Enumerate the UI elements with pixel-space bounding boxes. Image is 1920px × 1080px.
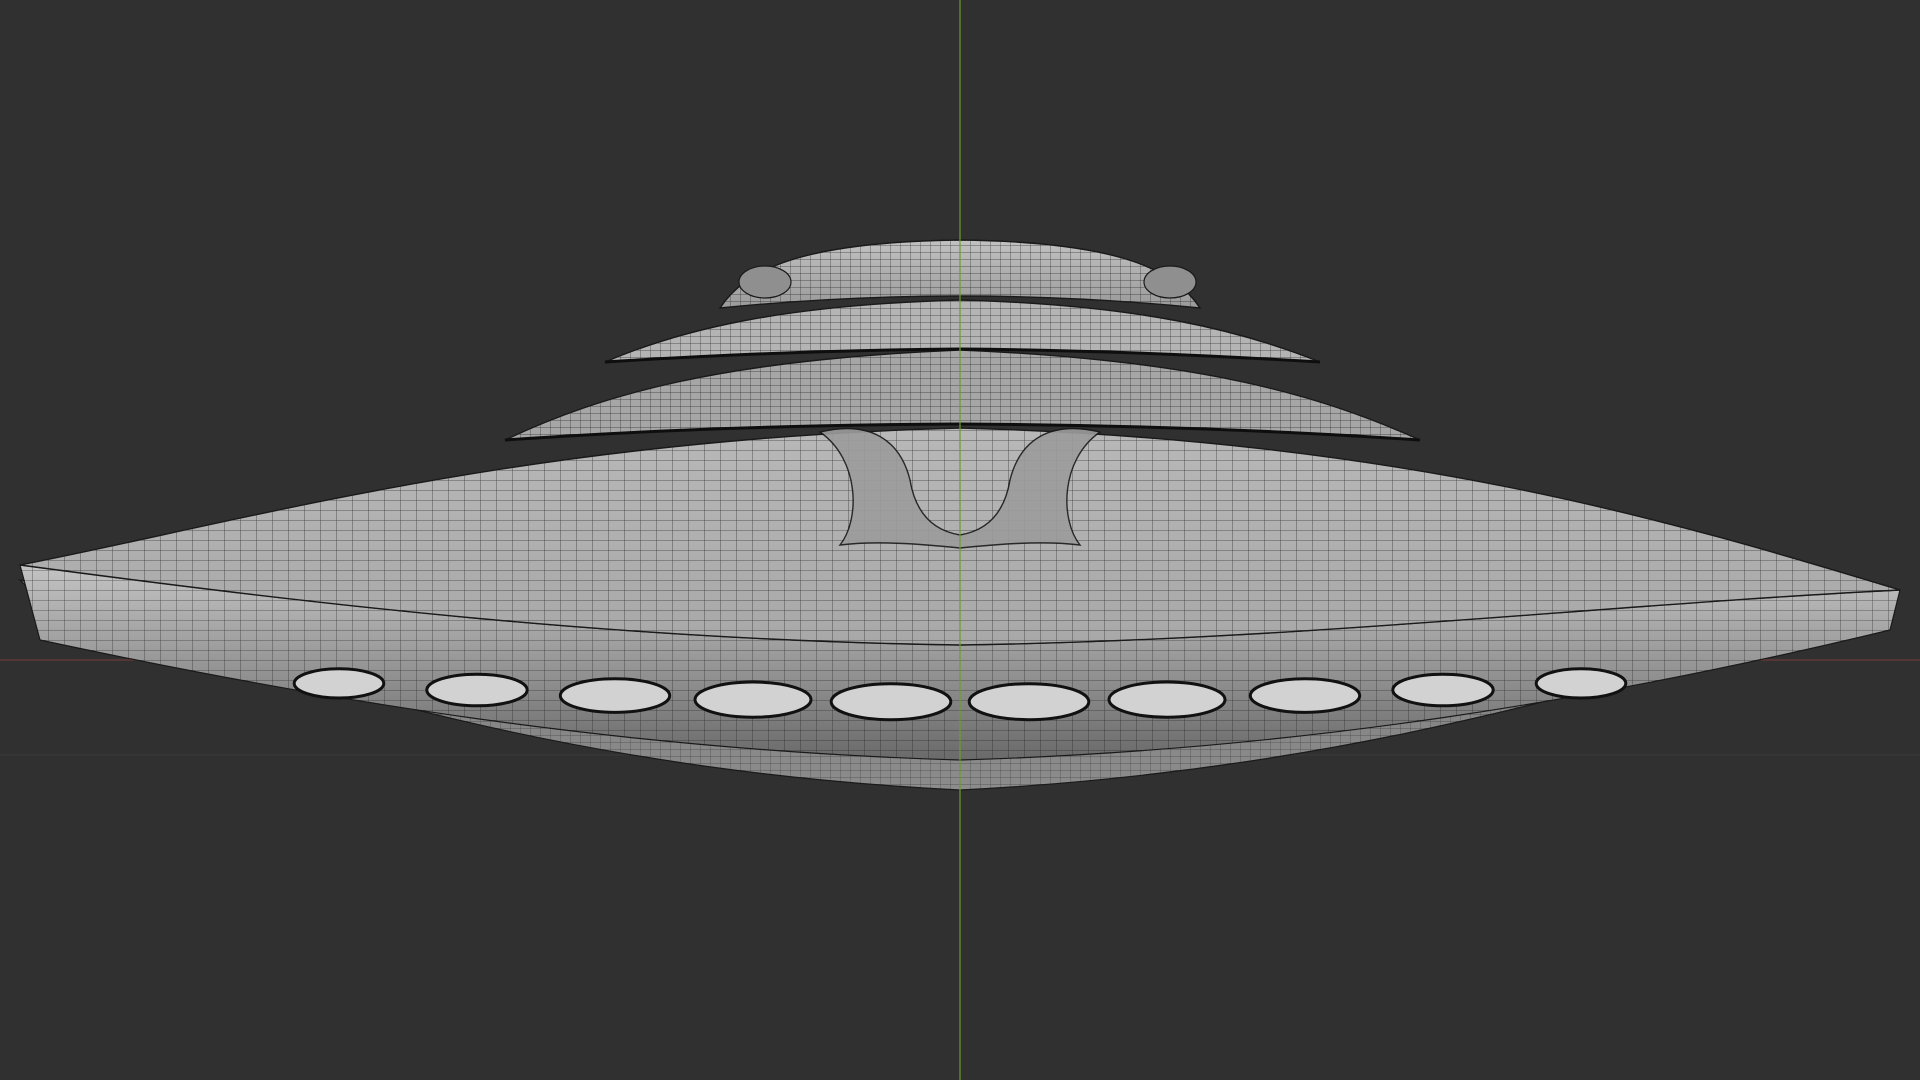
- ufo-dome-vent-right: [1143, 265, 1197, 299]
- ufo-porthole: [425, 672, 529, 708]
- ufo-porthole: [1107, 680, 1227, 719]
- ufo-porthole: [292, 667, 386, 700]
- ufo-porthole: [693, 680, 813, 719]
- 3d-viewport[interactable]: [0, 0, 1920, 1080]
- ufo-porthole: [829, 682, 953, 722]
- ufo-porthole: [1391, 672, 1495, 708]
- ufo-porthole: [967, 682, 1091, 722]
- viewport-canvas[interactable]: [0, 0, 1920, 1080]
- ufo-porthole: [558, 677, 672, 714]
- ufo-dome-vent-left: [738, 265, 792, 299]
- ufo-porthole: [1534, 667, 1628, 700]
- ufo-porthole: [1248, 677, 1362, 714]
